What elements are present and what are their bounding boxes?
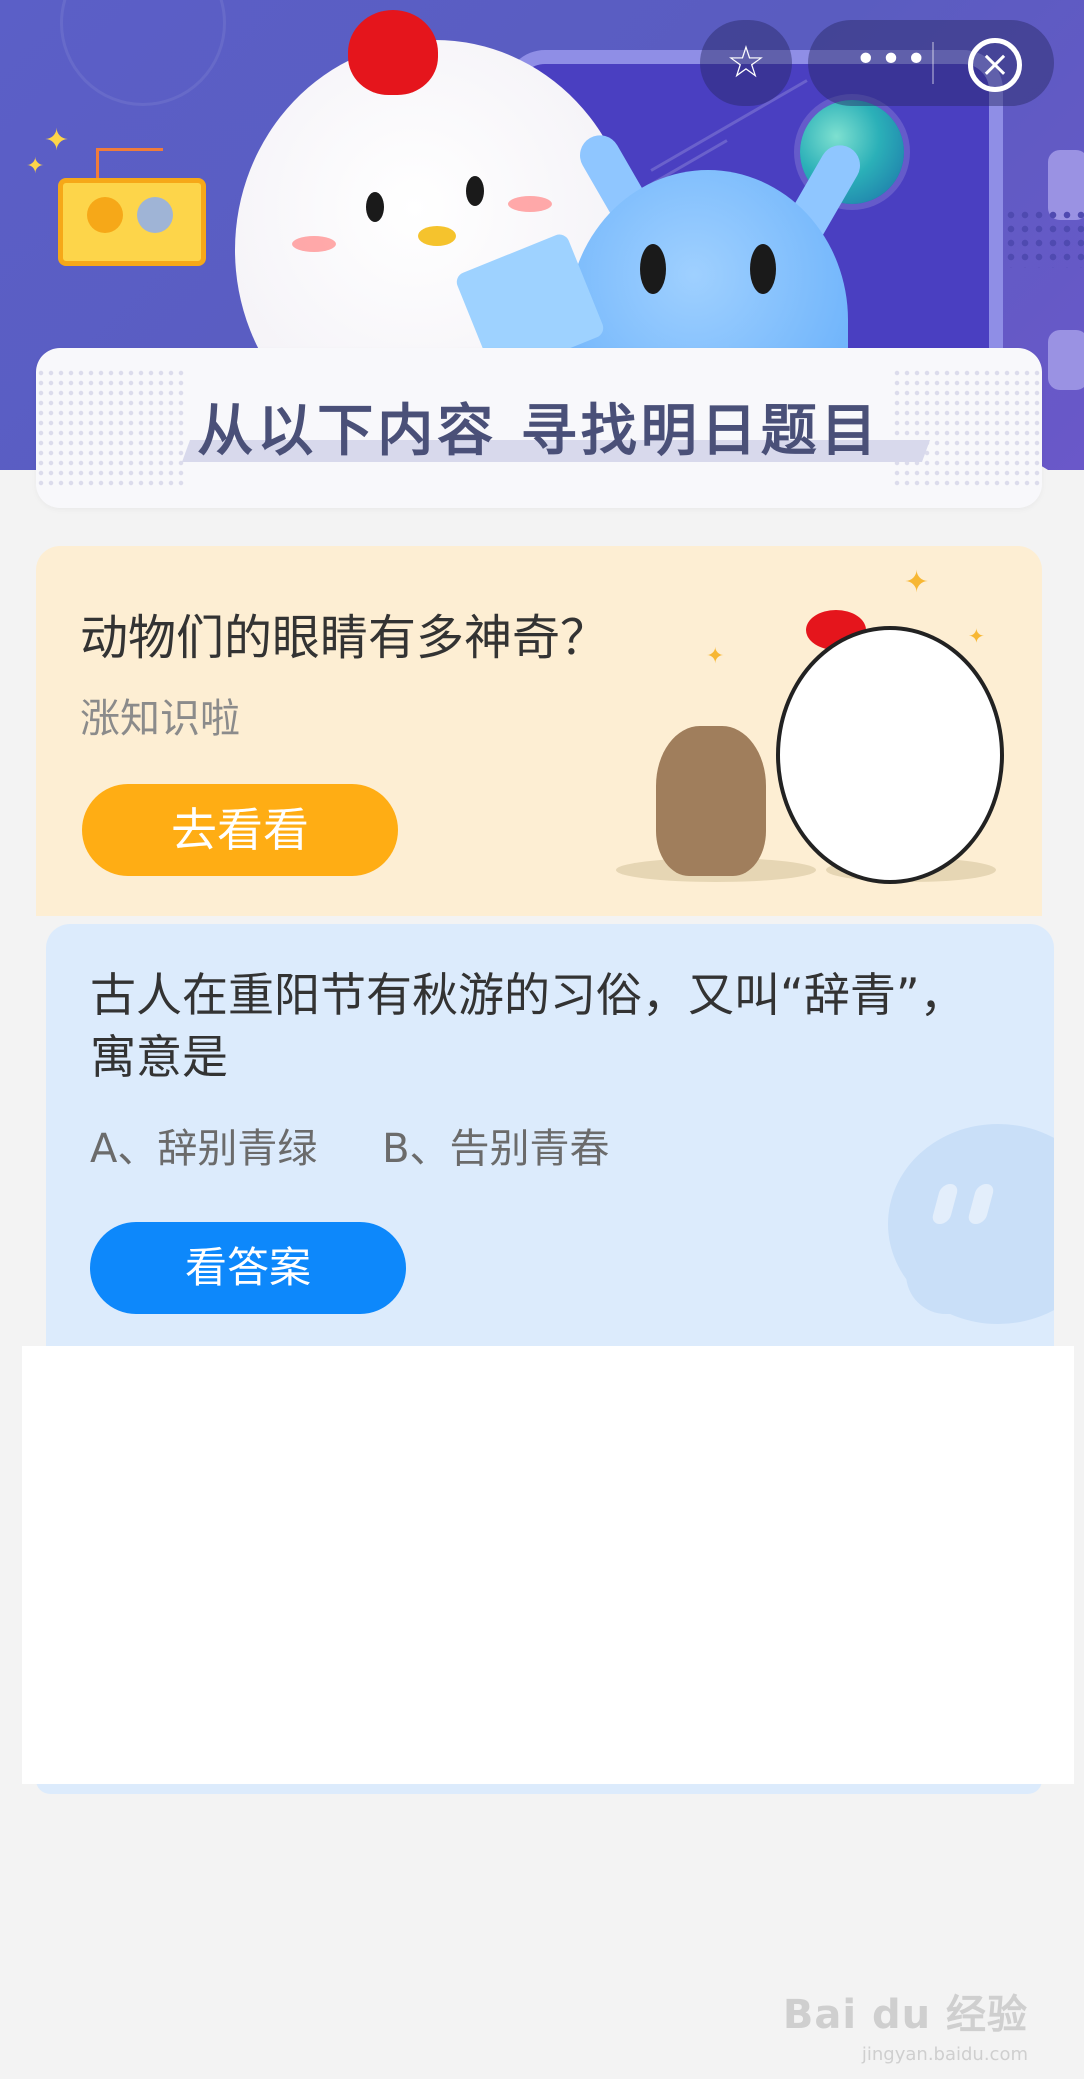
- more-icon[interactable]: •••: [848, 20, 938, 106]
- mini-program-capsule: ••• ×: [808, 20, 1054, 106]
- medal-plaque-icon: [58, 178, 206, 266]
- alien-eye: [640, 244, 666, 294]
- star-icon: ☆: [726, 37, 766, 88]
- article-subtitle: 涨知识啦: [80, 696, 240, 742]
- alien-eye: [750, 244, 776, 294]
- chicken-eye: [366, 192, 384, 222]
- silver-medal-icon: [137, 197, 173, 233]
- watermark-brand: Bai du 经验: [782, 1992, 1028, 2038]
- chicken-comb: [348, 10, 438, 95]
- favorite-button[interactable]: ☆: [700, 20, 792, 106]
- sparkle-icon: ✦: [44, 123, 70, 158]
- quiz-options: A、辞别青绿 B、告别青春: [90, 1116, 662, 1174]
- article-title: 动物们的眼睛有多神奇？: [80, 610, 609, 666]
- see-answer-button[interactable]: 看答案: [90, 1222, 406, 1314]
- chicken-cheek: [292, 236, 336, 252]
- sparkle-icon: ✦: [904, 565, 930, 600]
- capsule-divider: [932, 42, 934, 84]
- sparkle-icon: ✦: [26, 154, 45, 179]
- chicken-illustration: [776, 626, 1004, 884]
- page-title: 从以下内容 寻找明日题目: [197, 399, 881, 464]
- chicken-beak: [418, 226, 456, 246]
- quiz-question: 古人在重阳节有秋游的习俗，又叫“辞青”，寓意是: [90, 968, 966, 1084]
- quiz-card: 古人在重阳节有秋游的习俗，又叫“辞青”，寓意是 A、辞别青绿 B、告别青春 看答…: [46, 924, 1054, 1364]
- quiz-option-a: A、辞别青绿: [90, 1126, 318, 1172]
- blank-panel: [22, 1346, 1074, 1784]
- chicken-eye: [466, 176, 484, 206]
- speech-bubble-tail: [906, 1254, 966, 1314]
- decorative-dots: [1004, 208, 1084, 268]
- gold-medal-icon: [87, 197, 123, 233]
- sparkle-icon: ✦: [706, 644, 725, 669]
- sparkle-icon: ✦: [968, 624, 985, 648]
- close-icon[interactable]: ×: [968, 38, 1022, 92]
- watermark-url: jingyan.baidu.com: [861, 2044, 1028, 2065]
- go-see-button[interactable]: 去看看: [82, 784, 398, 876]
- phone-side-button: [1048, 330, 1084, 390]
- title-banner: 从以下内容 寻找明日题目: [36, 348, 1042, 508]
- watermark: Bai du 经验 jingyan.baidu.com: [783, 1982, 1028, 2065]
- chicken-cheek: [508, 196, 552, 212]
- decorative-circle: [60, 0, 226, 106]
- article-card[interactable]: 动物们的眼睛有多神奇？ 涨知识啦 去看看 ✦ ✦ ✦: [36, 546, 1042, 916]
- quiz-option-b: B、告别青春: [382, 1126, 610, 1172]
- cat-illustration: [656, 726, 766, 876]
